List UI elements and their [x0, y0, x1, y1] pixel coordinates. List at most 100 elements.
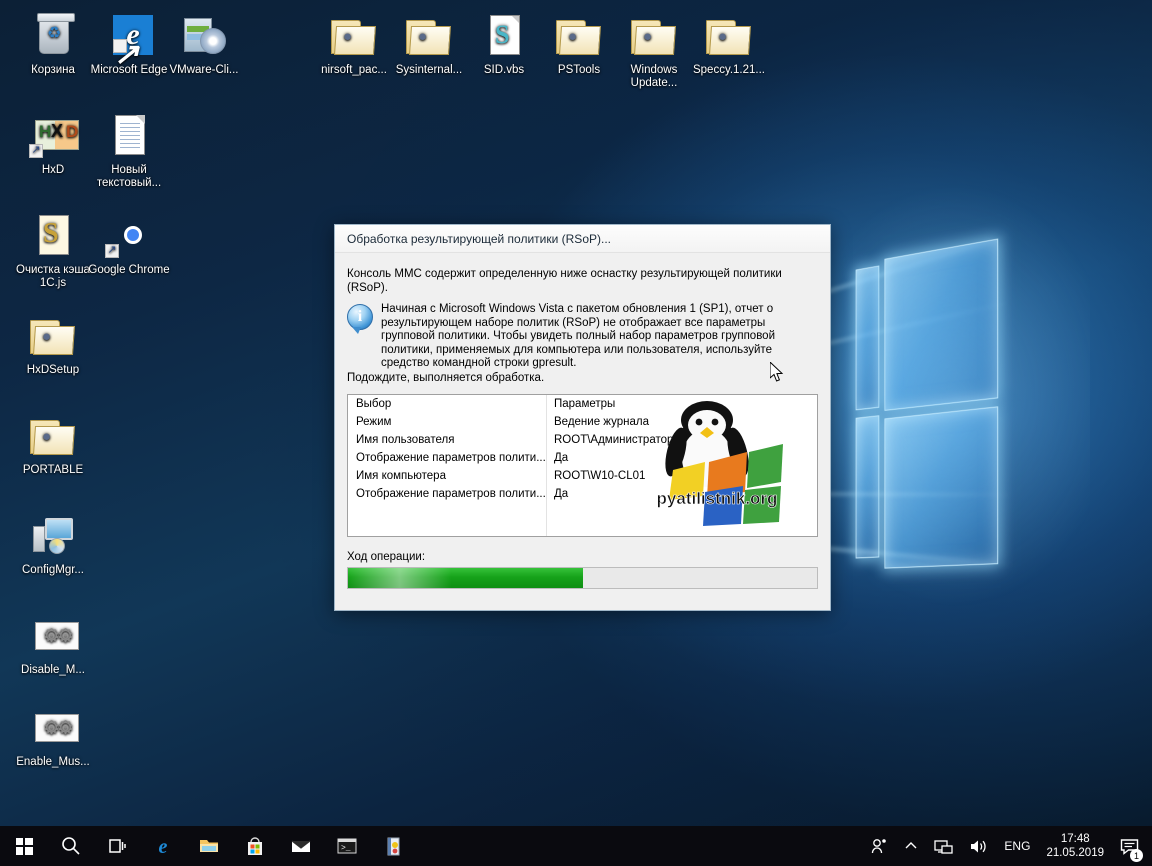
desktop-icon-gear[interactable]: ⚙⚙ Enable_Mus...: [12, 704, 94, 769]
column-divider[interactable]: [546, 394, 547, 536]
desktop-icon-label: SID.vbs: [483, 64, 525, 76]
desktop-icon-vbs[interactable]: S SID.vbs: [463, 12, 545, 77]
table-cell-choice: Отображение параметров полити...: [356, 487, 546, 500]
table-cell-choice: Имя пользователя: [356, 433, 455, 446]
folder-glyph: ●: [29, 412, 77, 460]
folder-glyph: ●: [630, 12, 678, 60]
dialog-note-text: Начиная с Microsoft Windows Vista с паке…: [381, 303, 775, 369]
rsop-dialog[interactable]: Обработка результирующей политики (RSoP)…: [334, 224, 831, 611]
taskbar[interactable]: e >_ ENG 17:48 21.05.2019 1: [0, 826, 1152, 866]
vbs-file-icon: S: [490, 15, 520, 55]
desktop-icon-recycle-bin[interactable]: ♻ Корзина: [12, 12, 94, 77]
desktop-icon-folder[interactable]: ● nirsoft_pac...: [313, 12, 395, 77]
tray-volume-button[interactable]: [961, 826, 996, 866]
notification-center-button[interactable]: 1: [1112, 826, 1146, 866]
desktop-icon-edge[interactable]: e ↗ Microsoft Edge: [88, 12, 170, 77]
vmware-icon: [184, 16, 228, 56]
taskbar-file-explorer-button[interactable]: [186, 826, 232, 866]
taskbar-store-button[interactable]: [232, 826, 278, 866]
chrome-icon: [113, 215, 153, 255]
folder-icon: ●: [331, 18, 377, 56]
folder-icon: ●: [30, 318, 76, 356]
folder-glyph: ●: [555, 12, 603, 60]
shortcut-arrow-icon: ↗: [113, 38, 140, 71]
help-icon: [387, 837, 400, 856]
system-tray[interactable]: ENG 17:48 21.05.2019 1: [862, 826, 1152, 866]
taskbar-help-button[interactable]: [370, 826, 416, 866]
desktop-icon-script[interactable]: S Очистка кэша 1C.js: [12, 212, 94, 290]
vmware-glyph: [180, 12, 228, 60]
gear-glyph: ⚙⚙: [29, 612, 79, 660]
shortcut-arrow-icon: ↗: [105, 244, 119, 258]
configmgr-glyph: [29, 512, 77, 560]
gear-glyph: ⚙⚙: [29, 704, 79, 752]
tray-language-indicator[interactable]: ENG: [996, 826, 1038, 866]
dialog-note-row: Начиная с Microsoft Windows Vista с паке…: [347, 303, 818, 371]
folder-glyph: ●: [405, 12, 453, 60]
gear-icon: ⚙⚙: [35, 622, 79, 650]
desktop-icon-label: PORTABLE: [22, 464, 84, 476]
js-script-icon: S: [39, 215, 69, 255]
desktop-icon-label: Disable_M...: [21, 664, 85, 676]
network-icon: [934, 839, 954, 854]
desktop-icon-gear[interactable]: ⚙⚙ Disable_M...: [12, 612, 94, 677]
dialog-intro-text: Консоль MMC содержит определенную ниже о…: [347, 268, 782, 294]
folder-glyph: ●: [330, 12, 378, 60]
textfile-glyph: [105, 112, 153, 160]
desktop-icon-label: Sysinternal...: [395, 64, 463, 76]
dialog-titlebar[interactable]: Обработка результирующей политики (RSoP)…: [335, 225, 830, 253]
folder-icon: ●: [631, 18, 677, 56]
start-button[interactable]: [0, 826, 48, 866]
people-icon: [872, 839, 887, 854]
shortcut-arrow-icon: ↗: [29, 144, 43, 158]
desktop-icon-folder[interactable]: ● PORTABLE: [12, 412, 94, 477]
mouse-cursor: [770, 362, 784, 382]
edge-icon: e: [159, 836, 168, 857]
notification-badge: 1: [1130, 849, 1143, 862]
task-view-icon: [109, 839, 126, 853]
folder-icon: ●: [556, 18, 602, 56]
desktop-icon-label: Google Chrome: [88, 264, 170, 276]
taskbar-mail-button[interactable]: [278, 826, 324, 866]
taskbar-search-button[interactable]: [48, 826, 94, 866]
desktop-icon-label: Новый текстовый...: [96, 164, 162, 189]
clock-date: 21.05.2019: [1046, 847, 1104, 859]
progress-bar-fill: [348, 567, 583, 588]
desktop-icon-label: Очистка кэша 1C.js: [16, 264, 90, 289]
desktop-icon-folder[interactable]: ● Speccy.1.21...: [688, 12, 770, 77]
taskbar-edge-button[interactable]: e: [140, 826, 186, 866]
taskbar-clock[interactable]: 17:48 21.05.2019: [1038, 832, 1112, 860]
windows-logo-icon: [15, 837, 33, 855]
desktop-icon-configmgr[interactable]: ConfigMgr...: [12, 512, 94, 577]
desktop-icon-folder[interactable]: ● HxDSetup: [12, 312, 94, 377]
tray-network-button[interactable]: [926, 826, 961, 866]
desktop-icon-chrome[interactable]: ↗ Google Chrome: [88, 212, 170, 277]
logo-watermark-text: pyatilistnik.org: [657, 489, 778, 508]
desktop-icon-textfile[interactable]: Новый текстовый...: [88, 112, 170, 190]
desktop-icon-hxd[interactable]: H X D ↗ HxD: [12, 112, 94, 177]
taskbar-task-view-button[interactable]: [94, 826, 140, 866]
rsop-settings-table-container[interactable]: Выбор Параметры Режим Ведение журнала Имя по…: [347, 393, 818, 537]
desktop-icon-folder[interactable]: ● Windows Update...: [613, 12, 695, 90]
command-prompt-icon: >_: [337, 838, 357, 854]
desktop-icon-folder[interactable]: ● PSTools: [538, 12, 620, 77]
chrome-glyph: ↗: [105, 212, 153, 260]
folder-icon: ●: [706, 18, 752, 56]
desktop-icon-folder[interactable]: ● Sysinternal...: [388, 12, 470, 77]
desktop-icon-label: Windows Update...: [630, 64, 678, 89]
desktop-icon-label: HxD: [41, 164, 65, 176]
taskbar-command-prompt-button[interactable]: >_: [324, 826, 370, 866]
info-icon: [347, 304, 373, 334]
hxd-glyph: H X D ↗: [29, 112, 79, 160]
folder-glyph: ●: [705, 12, 753, 60]
clock-time: 17:48: [1060, 833, 1090, 845]
desktop-icon-label: HxDSetup: [26, 364, 80, 376]
search-icon: [62, 837, 80, 855]
desktop-icon-label: Speccy.1.21...: [692, 64, 766, 76]
tray-people-button[interactable]: [862, 826, 896, 866]
volume-icon: [971, 840, 986, 852]
table-cell-choice: Выбор: [356, 397, 392, 410]
mail-icon: [291, 840, 311, 852]
desktop-icon-vmware[interactable]: VMware-Cli...: [163, 12, 245, 77]
tray-show-hidden-icons-button[interactable]: [896, 826, 926, 866]
